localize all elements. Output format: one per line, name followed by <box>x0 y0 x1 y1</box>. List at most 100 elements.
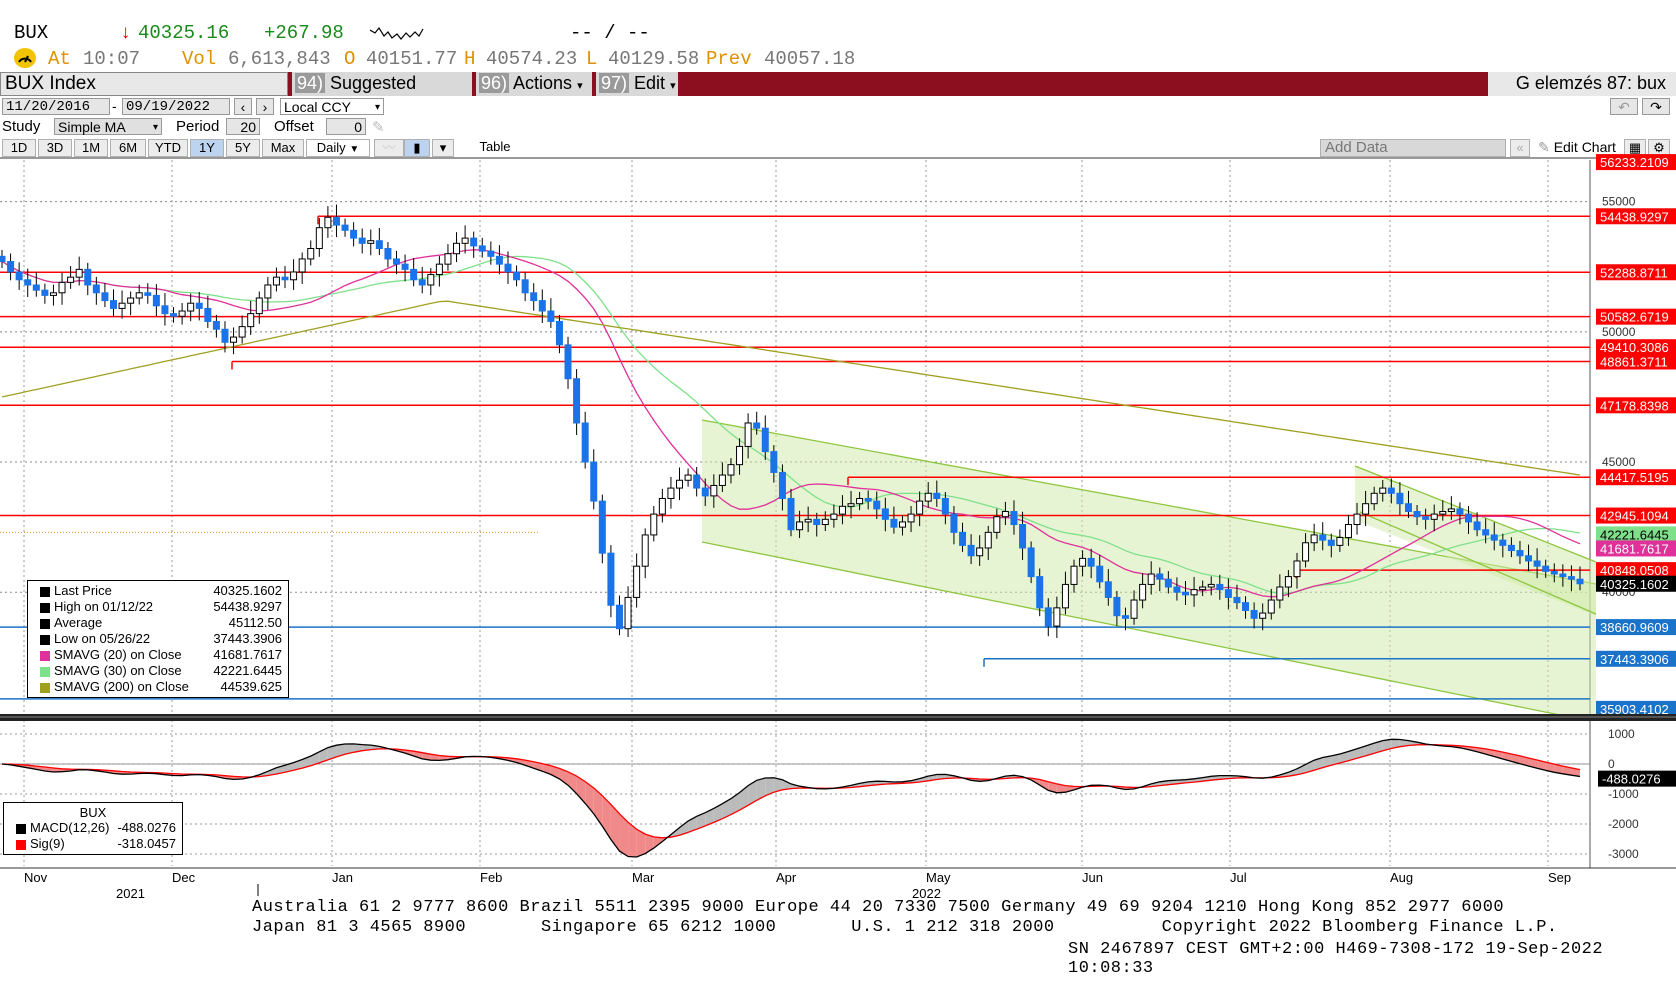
x-month-label: Aug <box>1390 870 1413 885</box>
macd-legend-value: -318.0457 <box>117 836 176 851</box>
candle-body <box>796 521 804 531</box>
candle-body <box>298 258 306 273</box>
candle-body <box>650 513 658 536</box>
candle-body <box>1362 503 1370 515</box>
candle-body <box>1490 534 1498 541</box>
price-tag-label: 47178.8398 <box>1600 398 1669 413</box>
candle-body <box>727 464 735 476</box>
candle-body <box>658 497 666 515</box>
candle-body <box>204 307 212 322</box>
candle-body <box>247 313 255 328</box>
candle-body <box>135 292 143 299</box>
panel-divider[interactable] <box>0 714 1676 721</box>
candle-body <box>1079 557 1087 567</box>
x-month-label: Sep <box>1548 870 1571 885</box>
price-tag-label: 50582.6719 <box>1600 310 1669 325</box>
candle-body <box>1104 581 1112 598</box>
candle-body <box>761 427 769 453</box>
candle-body <box>470 237 478 247</box>
candle-body <box>332 216 340 226</box>
candle-body <box>1173 586 1181 593</box>
candle-body <box>1027 547 1035 578</box>
candle-body <box>967 544 975 557</box>
candle-body <box>495 255 503 265</box>
candle-body <box>1379 487 1387 494</box>
candle-body <box>410 268 418 281</box>
candle-body <box>315 227 323 250</box>
candle-body <box>1224 589 1232 598</box>
candle-body <box>736 445 744 466</box>
candle-body <box>212 320 220 330</box>
macd-tick-label: -1000 <box>1608 787 1639 801</box>
y-tick-label: 50000 <box>1602 325 1636 339</box>
candle-body <box>641 534 649 567</box>
x-month-label: Jun <box>1082 870 1103 885</box>
candle-body <box>907 513 915 523</box>
candle-body <box>0 255 6 263</box>
candle-body <box>1147 573 1155 585</box>
candle-body <box>221 328 229 343</box>
footer-line-3: SN 2467897 CEST GMT+2:00 H469-7308-172 1… <box>1068 940 1604 978</box>
candle-body <box>1130 599 1138 619</box>
candle-body <box>676 479 684 489</box>
candle-body <box>718 474 726 486</box>
candle-body <box>667 487 675 499</box>
candle-body <box>1370 492 1378 505</box>
candle-body <box>1310 534 1318 544</box>
candle-body <box>1070 565 1078 585</box>
candle-body <box>444 253 452 265</box>
candle-body <box>195 302 203 309</box>
price-tag-label: 52288.8711 <box>1600 265 1668 280</box>
price-tag-label: 44417.5195 <box>1600 470 1669 485</box>
x-year-label: 2021 <box>116 886 145 901</box>
candle-body <box>1182 591 1189 596</box>
candle-body <box>1156 573 1164 580</box>
macd-legend-value: -488.0276 <box>117 820 176 835</box>
price-legend-value: 37443.3906 <box>213 631 282 646</box>
candle-body <box>1096 565 1104 583</box>
price-legend-swatch <box>40 618 50 629</box>
candle-body <box>1036 576 1044 609</box>
macd-tick-label: -3000 <box>1608 847 1639 861</box>
price-tag-label: 38660.9609 <box>1600 620 1669 635</box>
candle-body <box>118 302 126 309</box>
candle-body <box>1284 576 1292 588</box>
price-legend-value: 42221.6445 <box>213 663 282 678</box>
candle-body <box>555 320 563 346</box>
candle-body <box>478 245 486 252</box>
price-legend-label: Last Price <box>54 583 112 598</box>
candle-body <box>710 484 718 497</box>
macd-tag-label: -488.0276 <box>1602 772 1661 787</box>
candle-body <box>1353 513 1361 526</box>
candle-body <box>230 336 238 343</box>
candle-body <box>187 302 195 312</box>
price-legend-label: High on 01/12/22 <box>54 599 154 614</box>
macd-tick-label: 1000 <box>1608 727 1635 741</box>
candle-body <box>1087 557 1095 567</box>
candle-body <box>272 276 280 286</box>
candle-body <box>1053 607 1061 627</box>
candle-body <box>15 271 23 281</box>
candle-body <box>753 422 761 429</box>
candle-body <box>487 250 495 257</box>
candle-body <box>290 271 298 281</box>
candle-body <box>375 240 383 250</box>
candle-body <box>924 492 932 502</box>
candle-body <box>453 242 461 255</box>
candle-body <box>41 289 49 296</box>
candle-body <box>1327 539 1335 546</box>
price-legend-label: SMAVG (200) on Close <box>54 679 189 694</box>
price-legend-row: SMAVG (200) on Close 44539.625 <box>32 679 284 695</box>
price-legend-label: SMAVG (20) on Close <box>54 647 182 662</box>
candle-body <box>598 500 606 554</box>
macd-legend-row: Sig(9) -318.0457 <box>8 836 178 852</box>
candle-body <box>573 378 581 424</box>
candle-body <box>170 313 178 317</box>
candle-body <box>993 516 1001 533</box>
candle-body <box>75 268 83 278</box>
candle-body <box>101 292 109 302</box>
candle-body <box>813 518 821 526</box>
macd-legend-swatch <box>16 823 26 834</box>
candle-body <box>564 344 572 380</box>
candle-body <box>7 261 15 273</box>
